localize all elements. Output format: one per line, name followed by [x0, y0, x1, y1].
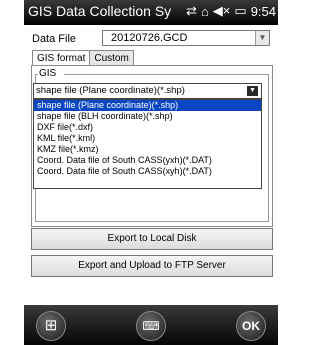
- signal-icon[interactable]: ⌂: [201, 4, 209, 19]
- gis-group-legend: GIS: [38, 68, 58, 79]
- soft-key-bar: ⊞ ⌨ OK: [24, 305, 278, 345]
- title-bar: GIS Data Collection Sy ⇄ ⌂ ◀× ▭ 9:54: [24, 0, 278, 25]
- chevron-down-icon[interactable]: ▼: [247, 86, 258, 96]
- battery-icon[interactable]: ▭: [234, 3, 246, 19]
- window-title: GIS Data Collection Sy: [28, 3, 172, 19]
- format-option[interactable]: Coord. Data file of South CASS(yxh)(*.DA…: [34, 155, 261, 166]
- data-file-select[interactable]: 20120726.GCD ▼: [102, 30, 270, 46]
- status-icons: ⇄ ⌂ ◀× ▭ 9:54: [186, 3, 276, 19]
- connectivity-icon[interactable]: ⇄: [186, 3, 197, 19]
- keyboard-icon[interactable]: ⌨: [136, 311, 166, 341]
- screen: GIS Data Collection Sy ⇄ ⌂ ◀× ▭ 9:54 Dat…: [0, 0, 278, 345]
- start-icon[interactable]: ⊞: [36, 311, 66, 341]
- bezel-left: [0, 0, 24, 345]
- tab-custom[interactable]: Custom: [89, 50, 134, 66]
- format-option[interactable]: shape file (Plane coordinate)(*.shp): [34, 100, 261, 111]
- format-option[interactable]: KML file(*.kml): [34, 133, 261, 144]
- clock[interactable]: 9:54: [251, 4, 276, 19]
- data-file-label: Data File: [32, 33, 77, 45]
- format-option[interactable]: Coord. Data file of South CASS(xyh)(*.DA…: [34, 166, 261, 177]
- tab-strip: GIS format Custom: [32, 50, 134, 66]
- content-area: Data File 20120726.GCD ▼ GIS format Cust…: [24, 25, 278, 305]
- format-combo-value: shape file (Plane coordinate)(*.shp): [36, 85, 185, 96]
- format-option[interactable]: KMZ file(*.kmz): [34, 144, 261, 155]
- format-combo[interactable]: shape file (Plane coordinate)(*.shp) ▼: [33, 83, 262, 99]
- ok-button[interactable]: OK: [236, 311, 266, 341]
- data-file-value: 20120726.GCD: [111, 32, 188, 44]
- export-upload-ftp-button[interactable]: Export and Upload to FTP Server: [31, 255, 273, 277]
- format-dropdown-list: shape file (Plane coordinate)(*.shp) sha…: [33, 99, 262, 189]
- chevron-down-icon[interactable]: ▼: [255, 31, 269, 45]
- export-local-button[interactable]: Export to Local Disk: [31, 228, 273, 250]
- tab-gis-format[interactable]: GIS format: [32, 50, 91, 66]
- volume-icon[interactable]: ◀×: [213, 3, 231, 19]
- format-option[interactable]: DXF file(*.dxf): [34, 122, 261, 133]
- format-option[interactable]: shape file (BLH coordinate)(*.shp): [34, 111, 261, 122]
